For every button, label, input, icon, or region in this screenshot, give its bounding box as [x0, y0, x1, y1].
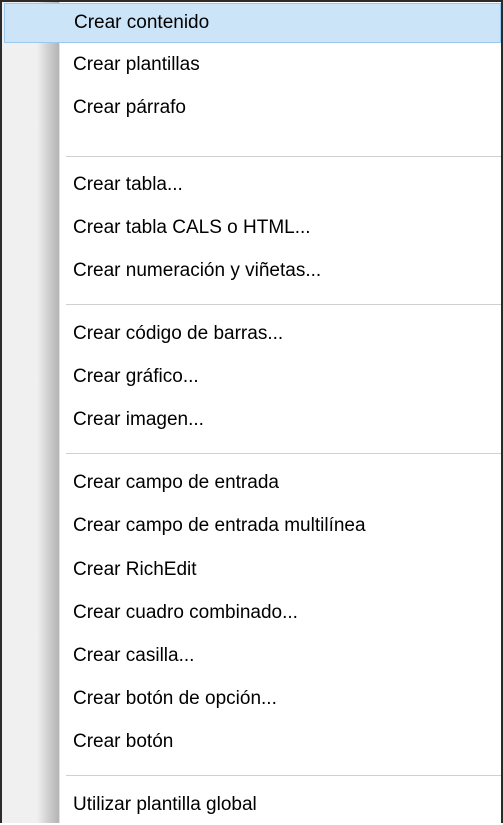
menu-item-crear-cuadro-combinado[interactable]: Crear cuadro combinado... — [2, 593, 501, 633]
menu-item-label: Crear cuadro combinado... — [73, 602, 298, 623]
menu-item-crear-casilla[interactable]: Crear casilla... — [2, 636, 501, 676]
menu-item-crear-codigo-barras[interactable]: Crear código de barras... — [2, 314, 501, 354]
menu-item-label: Crear contenido — [74, 12, 210, 33]
menu-item-label: Crear RichEdit — [73, 559, 197, 580]
menu-item-crear-imagen[interactable]: Crear imagen... — [2, 400, 501, 440]
menu-item-crear-campo-entrada-multilinea[interactable]: Crear campo de entrada multilínea — [2, 506, 501, 546]
menu-item-label: Crear casilla... — [73, 645, 195, 666]
menu-item-crear-tabla-cals-html[interactable]: Crear tabla CALS o HTML... — [2, 208, 501, 248]
menu-item-label: Utilizar plantilla global — [73, 794, 257, 815]
menu-item-crear-boton[interactable]: Crear botón — [2, 722, 501, 762]
menu-item-utilizar-plantilla-global[interactable]: Utilizar plantilla global — [2, 785, 501, 825]
menu-item-label: Crear gráfico... — [73, 366, 199, 387]
menu-item-label: Crear botón — [73, 731, 174, 752]
menu-separator — [66, 156, 501, 157]
context-menu: Crear contenido Crear plantillas Crear p… — [0, 0, 503, 823]
menu-item-crear-boton-opcion[interactable]: Crear botón de opción... — [2, 679, 501, 719]
menu-separator — [66, 453, 501, 454]
menu-item-label: Crear plantillas — [73, 54, 200, 75]
menu-separator — [66, 775, 501, 776]
menu-item-label: Crear tabla CALS o HTML... — [73, 217, 311, 238]
menu-item-crear-richedit[interactable]: Crear RichEdit — [2, 550, 501, 590]
menu-item-label: Crear código de barras... — [73, 323, 284, 344]
menu-item-label: Crear tabla... — [73, 174, 183, 195]
menu-item-label: Crear campo de entrada multilínea — [73, 515, 366, 536]
menu-item-crear-campo-entrada[interactable]: Crear campo de entrada — [2, 463, 501, 503]
menu-item-crear-plantillas[interactable]: Crear plantillas — [2, 45, 501, 85]
menu-item-label: Crear numeración y viñetas... — [73, 260, 322, 281]
menu-item-label: Crear imagen... — [73, 409, 204, 430]
menu-item-crear-parrafo[interactable]: Crear párrafo — [2, 88, 501, 128]
menu-item-label: Crear botón de opción... — [73, 688, 277, 709]
menu-item-label: Crear campo de entrada — [73, 472, 279, 493]
menu-item-crear-contenido[interactable]: Crear contenido — [4, 3, 501, 43]
menu-item-crear-tabla[interactable]: Crear tabla... — [2, 165, 501, 205]
menu-item-label: Crear párrafo — [73, 97, 186, 118]
menu-item-crear-numeracion-vinetas[interactable]: Crear numeración y viñetas... — [2, 251, 501, 291]
menu-item-crear-grafico[interactable]: Crear gráfico... — [2, 357, 501, 397]
menu-separator — [66, 304, 501, 305]
